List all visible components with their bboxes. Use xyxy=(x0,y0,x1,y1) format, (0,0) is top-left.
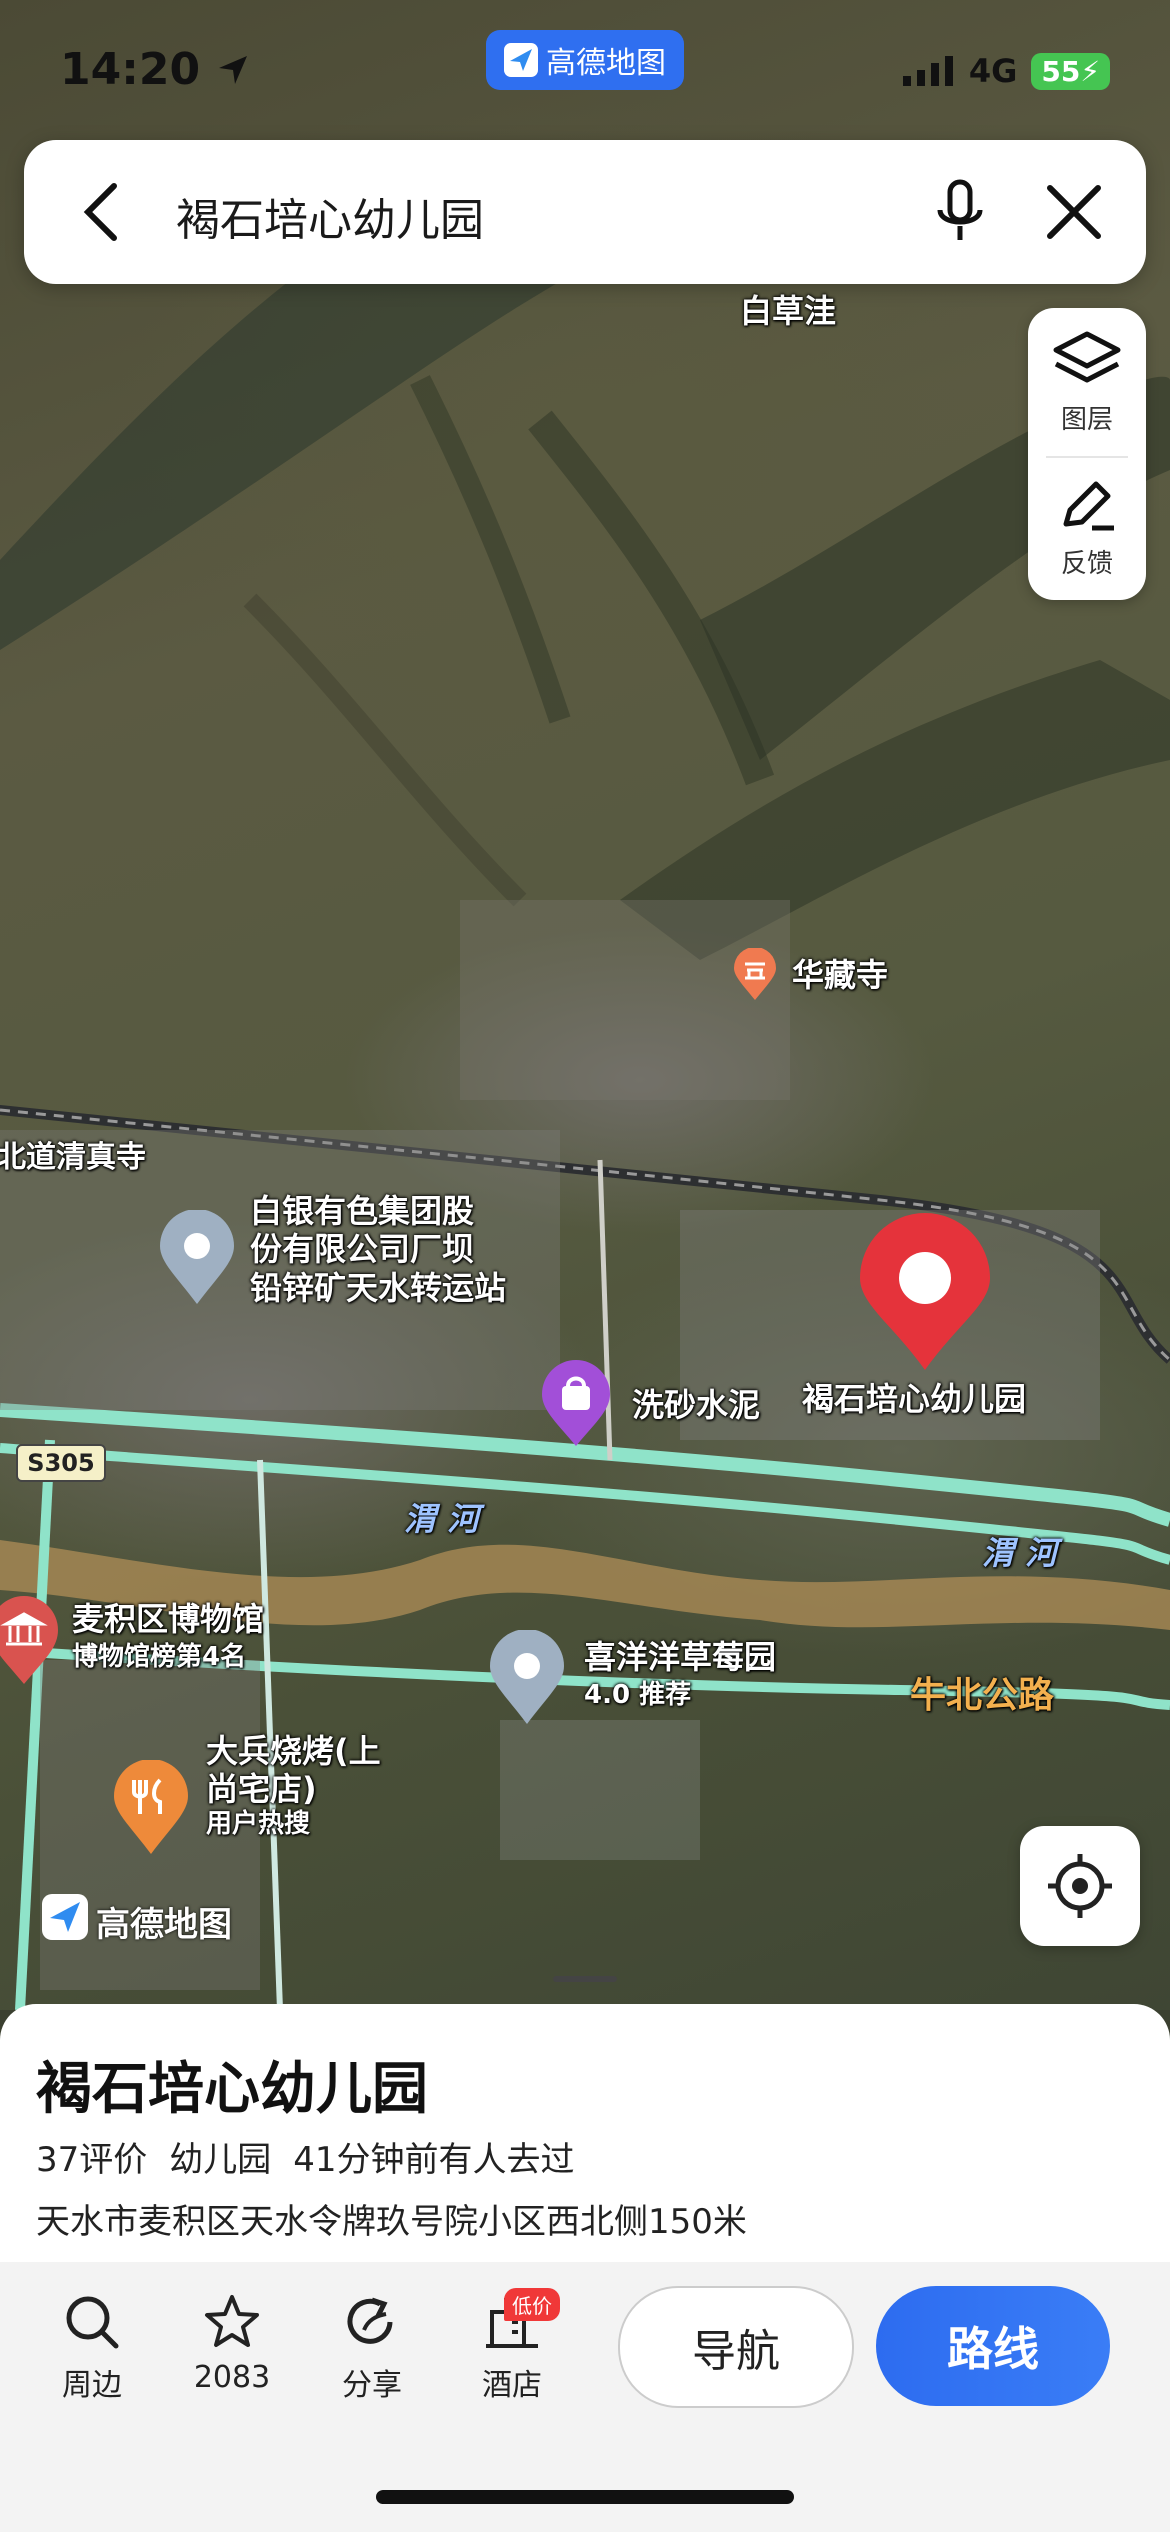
strawberry-garden-pin-icon[interactable] xyxy=(488,1629,566,1726)
poi-title: 褐石培心幼儿园 xyxy=(36,2057,428,2122)
shopping-pin-icon[interactable] xyxy=(540,1360,612,1448)
sheet-drag-handle[interactable] xyxy=(553,1976,617,1982)
museum-pin-icon[interactable] xyxy=(0,1596,60,1686)
poi-recent-visit: 41分钟前有人去过 xyxy=(293,2140,575,2180)
poi-pin-icon[interactable] xyxy=(158,1209,236,1306)
favorite-button[interactable]: 2083 xyxy=(172,2292,292,2395)
map-label-baiyin[interactable]: 白银有色集团股 份有限公司厂坝 铅锌矿天水转运站 xyxy=(250,1192,506,1307)
hotel-label: 酒店 xyxy=(482,2368,542,2403)
search-query[interactable]: 褐石培心幼儿园 xyxy=(176,184,484,248)
map-side-tools: 图层 反馈 xyxy=(1028,308,1146,600)
voice-search-button[interactable] xyxy=(924,176,996,252)
map-label-niubei-road: 牛北公路 xyxy=(910,1675,1055,1716)
poi-meta: 37评价 幼儿园 41分钟前有人去过 xyxy=(36,2132,575,2181)
status-time: 14:20 xyxy=(60,44,251,95)
amap-logo-icon xyxy=(42,1894,88,1949)
map-label-museum-sub: 博物馆榜第4名 xyxy=(72,1642,247,1672)
baiyin-line-3: 铅锌矿天水转运站 xyxy=(250,1268,507,1307)
map-label-weihe-2: 渭 河 xyxy=(982,1534,1058,1572)
baiyin-line-1: 白银有色集团股 xyxy=(250,1192,475,1230)
microphone-icon xyxy=(937,179,983,240)
poi-category: 幼儿园 xyxy=(169,2140,272,2180)
poi-address: 天水市麦积区天水令牌玖号院小区西北侧150米 xyxy=(36,2202,747,2242)
network-type: 4G xyxy=(968,52,1018,90)
map-label-huazangsi[interactable]: 华藏寺 xyxy=(792,956,888,994)
map-label-baicaowa[interactable]: 白草洼 xyxy=(740,292,836,330)
chevron-left-icon xyxy=(83,183,117,241)
layers-button[interactable]: 图层 xyxy=(1028,330,1146,436)
route-button[interactable]: 路线 xyxy=(876,2286,1110,2406)
search-icon xyxy=(66,2296,119,2349)
back-button[interactable] xyxy=(68,176,140,252)
hotel-discount-badge: 低价 xyxy=(504,2288,560,2321)
map-label-xiyangyang[interactable]: 喜洋洋草莓园 xyxy=(584,1638,776,1676)
map-label-dabing[interactable]: 大兵烧烤(上 尚宅店) 用户热搜 xyxy=(206,1732,381,1840)
network-status: 4G 55⚡ xyxy=(902,52,1110,90)
road-shield-s305: S305 xyxy=(16,1444,106,1482)
dabing-sub: 用户热搜 xyxy=(206,1808,311,1839)
home-indicator[interactable] xyxy=(376,2490,794,2504)
clear-search-button[interactable] xyxy=(1038,176,1110,252)
map-label-mosque[interactable]: 北道清真寺 xyxy=(0,1140,146,1176)
map-label-weihe-1: 渭 河 xyxy=(404,1500,480,1538)
map-label-xiyangyang-sub: 4.0 推荐 xyxy=(584,1680,692,1710)
star-icon xyxy=(205,2295,259,2347)
time-text: 14:20 xyxy=(60,44,201,95)
locate-button[interactable] xyxy=(1020,1826,1140,1946)
share-label: 分享 xyxy=(342,2368,402,2403)
selected-location-pin-icon[interactable] xyxy=(858,1212,992,1372)
close-icon xyxy=(1047,185,1101,239)
search-bar[interactable]: 褐石培心幼儿园 xyxy=(24,140,1146,284)
map-label-xisha[interactable]: 洗砂水泥 xyxy=(632,1386,760,1424)
share-icon xyxy=(347,2297,393,2344)
side-divider xyxy=(1046,456,1128,458)
app-return-pill[interactable]: 高德地图 xyxy=(486,30,684,90)
crosshair-icon xyxy=(1048,1854,1112,1918)
nearby-button[interactable]: 周边 xyxy=(32,2292,152,2404)
restaurant-pin-icon[interactable] xyxy=(112,1759,190,1856)
dabing-line-2: 尚宅店) xyxy=(206,1770,317,1809)
watermark-text: 高德地图 xyxy=(96,1905,232,1945)
location-arrow-icon xyxy=(219,56,248,84)
map-label-museum[interactable]: 麦积区博物馆 xyxy=(72,1600,264,1638)
status-bar: 14:20 高德地图 4G 55⚡ xyxy=(0,0,1170,140)
share-button[interactable]: 分享 xyxy=(312,2292,432,2404)
map-label-kindergarten[interactable]: 褐石培心幼儿园 xyxy=(802,1380,1026,1418)
layers-label: 图层 xyxy=(1060,405,1113,435)
feedback-label: 反馈 xyxy=(1060,549,1113,579)
amap-pill-icon xyxy=(504,43,538,77)
dabing-line-1: 大兵烧烤(上 xyxy=(206,1732,381,1770)
edit-pencil-icon xyxy=(1063,481,1114,531)
poi-reviews[interactable]: 37评价 xyxy=(36,2132,147,2181)
layers-icon xyxy=(1053,331,1121,383)
feedback-button[interactable]: 反馈 xyxy=(1028,474,1146,580)
favorites-count: 2083 xyxy=(193,2360,271,2395)
battery-level: 55 xyxy=(1041,54,1081,88)
navigate-button[interactable]: 导航 xyxy=(618,2286,854,2408)
temple-pin-icon[interactable] xyxy=(732,947,778,1002)
battery-icon: 55⚡ xyxy=(1031,52,1110,90)
app-pill-label: 高德地图 xyxy=(546,46,666,81)
nearby-label: 周边 xyxy=(62,2368,122,2403)
baiyin-line-2: 份有限公司厂坝 xyxy=(250,1230,475,1269)
satellite-map[interactable]: 白草洼 华藏寺 北道清真寺 白银有色集团股 份有限公司厂坝 铅锌矿天水转运站 洗… xyxy=(0,0,1170,2010)
amap-watermark: 高德地图 xyxy=(42,1894,232,1949)
signal-icon xyxy=(902,56,953,86)
